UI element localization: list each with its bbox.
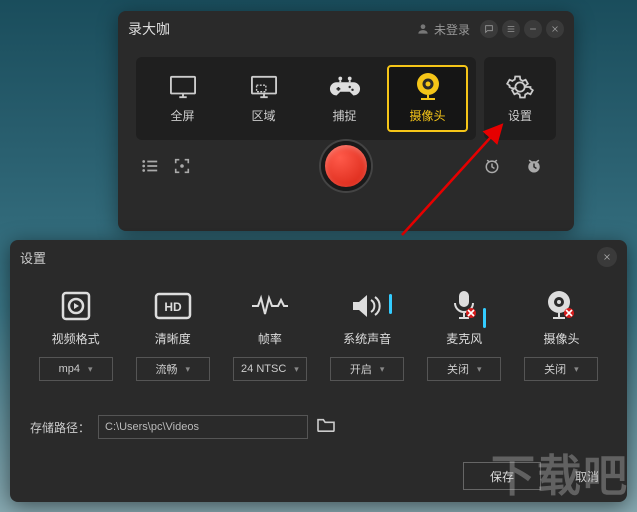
col-system-sound: 系统声音 开启	[322, 292, 413, 381]
waveform-icon	[250, 292, 290, 320]
col-label: 摄像头	[543, 330, 579, 347]
col-video-format: 视频格式 mp4	[30, 292, 121, 381]
focus-icon	[173, 157, 191, 175]
webcam-off-icon	[545, 292, 577, 320]
user-icon	[416, 22, 430, 36]
browse-folder-button[interactable]	[316, 417, 336, 438]
select-mic[interactable]: 关闭	[427, 357, 501, 381]
record-button[interactable]	[321, 141, 371, 191]
col-fps: 帧率 24 NTSC	[224, 292, 315, 381]
app-title: 录大咖	[128, 19, 170, 39]
webcam-icon	[414, 73, 442, 101]
mode-label: 全屏	[170, 107, 194, 124]
minimize-button[interactable]	[524, 20, 542, 38]
col-mic: 麦克风 关闭	[419, 292, 510, 381]
monitor-icon	[168, 73, 198, 101]
mode-fullscreen[interactable]: 全屏	[144, 65, 221, 132]
settings-title: 设置	[20, 248, 46, 267]
mode-label: 捕捉	[332, 107, 356, 124]
play-square-icon	[59, 292, 93, 320]
focus-button[interactable]	[170, 154, 194, 178]
select-system-sound[interactable]: 开启	[330, 357, 404, 381]
select-quality[interactable]: 流畅	[136, 357, 210, 381]
settings-label: 设置	[508, 107, 532, 124]
schedule-button[interactable]	[522, 154, 546, 178]
watermark: 下载吧	[491, 440, 629, 504]
settings-grid: 视频格式 mp4 HD 清晰度 流畅 帧率 24 NTSC 系统声音 开启	[10, 274, 627, 389]
clock-icon	[525, 157, 543, 175]
select-fps[interactable]: 24 NTSC	[233, 357, 307, 381]
svg-text:HD: HD	[164, 300, 182, 314]
select-video-format[interactable]: mp4	[39, 357, 113, 381]
col-quality: HD 清晰度 流畅	[127, 292, 218, 381]
path-label: 存储路径：	[30, 419, 90, 436]
recorder-window: 录大咖 未登录 全屏	[118, 11, 574, 231]
feedback-button[interactable]	[480, 20, 498, 38]
titlebar: 录大咖 未登录	[118, 11, 574, 47]
col-label: 视频格式	[52, 330, 100, 347]
gamepad-icon	[329, 73, 361, 101]
path-input[interactable]: C:\Users\pc\Videos	[98, 415, 308, 439]
select-camera[interactable]: 关闭	[524, 357, 598, 381]
chat-icon	[484, 24, 494, 34]
col-label: 清晰度	[155, 330, 191, 347]
mode-row: 全屏 区域 捕捉 摄像头	[118, 47, 574, 140]
gear-icon	[506, 73, 534, 101]
minimize-icon	[528, 24, 538, 34]
speaker-icon	[349, 292, 385, 320]
mode-region[interactable]: 区域	[225, 65, 302, 132]
mode-capture[interactable]: 捕捉	[306, 65, 383, 132]
hd-icon: HD	[154, 292, 192, 320]
col-label: 麦克风	[446, 330, 482, 347]
path-row: 存储路径： C:\Users\pc\Videos	[10, 389, 627, 439]
mic-off-icon	[449, 292, 479, 320]
col-camera: 摄像头 关闭	[516, 292, 607, 381]
settings-tile[interactable]: 设置	[484, 57, 556, 140]
region-icon	[249, 73, 279, 101]
col-label: 帧率	[258, 330, 282, 347]
folder-icon	[316, 417, 336, 433]
mode-group: 全屏 区域 捕捉 摄像头	[136, 57, 476, 140]
mode-label: 摄像头	[409, 107, 445, 124]
close-icon	[602, 252, 612, 262]
mode-label: 区域	[251, 107, 275, 124]
user-status: 未登录	[434, 21, 470, 38]
list-icon	[141, 158, 159, 174]
settings-titlebar: 设置	[10, 240, 627, 274]
bottom-controls	[118, 140, 574, 178]
user-login-chip[interactable]: 未登录	[416, 21, 470, 38]
col-label: 系统声音	[343, 330, 391, 347]
mode-camera[interactable]: 摄像头	[387, 65, 468, 132]
settings-close-button[interactable]	[597, 247, 617, 267]
timer-button[interactable]	[480, 154, 504, 178]
menu-button[interactable]	[502, 20, 520, 38]
close-icon	[550, 24, 560, 34]
menu-icon	[506, 24, 516, 34]
close-button[interactable]	[546, 20, 564, 38]
list-button[interactable]	[138, 154, 162, 178]
alarm-icon	[483, 157, 501, 175]
